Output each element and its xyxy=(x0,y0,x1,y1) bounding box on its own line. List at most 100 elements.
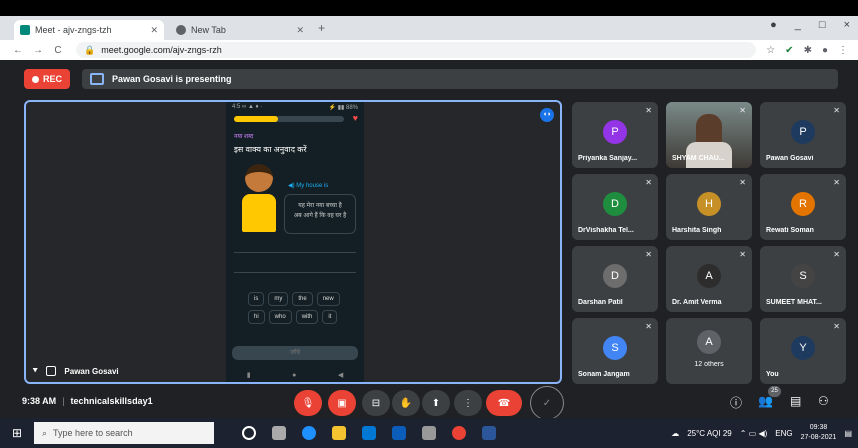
forward-icon[interactable]: → xyxy=(30,45,46,56)
participant-tile[interactable]: ✕ P Pawan Gosavi xyxy=(760,102,846,168)
weather-icon: ☁ xyxy=(671,428,680,438)
files-icon[interactable] xyxy=(332,426,346,440)
camera-toggle-button[interactable]: ▣ xyxy=(328,390,356,416)
clock[interactable]: 09:38 27-08-2021 xyxy=(801,423,837,443)
raise-hand-button[interactable]: ✋ xyxy=(392,390,420,416)
word-icon[interactable] xyxy=(482,426,496,440)
phone-status-left: 4:5 ∞ ▲ ♦ · xyxy=(232,104,263,110)
clock-date: 27-08-2021 xyxy=(800,434,837,441)
participant-tile[interactable]: ✕ D Darshan Patil xyxy=(572,246,658,312)
participant-name: SHYAM CHAU... xyxy=(672,155,725,162)
avatar: A xyxy=(697,264,721,288)
others-count: 12 others xyxy=(694,361,724,368)
extensions: ☆ ✔ ✱ ● ⋮ xyxy=(766,45,848,56)
edge-icon[interactable] xyxy=(302,426,316,440)
maximize-button[interactable]: □ xyxy=(819,19,826,31)
participant-name: Harshita Singh xyxy=(672,227,722,234)
participant-tile[interactable]: ✕ S Sonam Jangam xyxy=(572,318,658,384)
participant-tile[interactable]: ✕ R Rewati Soman xyxy=(760,174,846,240)
pin-icon[interactable]: ⯆ xyxy=(32,366,38,376)
word-chip[interactable]: my xyxy=(268,292,289,306)
newtab-favicon-icon xyxy=(176,25,186,35)
reload-icon[interactable]: C xyxy=(50,45,66,56)
activities-icon[interactable]: ⚇ xyxy=(818,394,829,408)
word-chip[interactable]: new xyxy=(316,292,340,306)
notifications-icon[interactable]: ▤ xyxy=(844,429,852,438)
mic-off-icon: ✕ xyxy=(833,250,840,259)
taskbar-search[interactable]: ⌕ Type here to search xyxy=(34,422,214,444)
tab-meet[interactable]: Meet - ajv-zngs-tzh ✕ xyxy=(14,20,164,40)
participant-tile[interactable]: ✕ S SUMEET MHAT... xyxy=(760,246,846,312)
self-tile[interactable]: ✕ Y You xyxy=(760,318,846,384)
participant-tile[interactable]: ✕ P Priyanka Sanjay... xyxy=(572,102,658,168)
check-icon: ✓ xyxy=(542,397,552,409)
avatar[interactable]: ● xyxy=(822,45,828,56)
others-tile[interactable]: A 12 others xyxy=(666,318,752,384)
search-icon: ⌕ xyxy=(42,427,48,438)
participant-name: Priyanka Sanjay... xyxy=(578,155,638,162)
meet-favicon-icon xyxy=(20,25,30,35)
presenter-name: Pawan Gosavi xyxy=(64,366,119,376)
check-button[interactable]: जाँचें xyxy=(232,346,358,360)
close-tab-icon[interactable]: ✕ xyxy=(150,25,158,36)
more-options-button[interactable]: ⋮ xyxy=(454,390,482,416)
menu-icon[interactable]: ⋮ xyxy=(838,45,848,56)
rec-badge[interactable]: REC xyxy=(24,69,71,89)
participant-name: SUMEET MHAT... xyxy=(766,299,822,306)
chrome-icon[interactable] xyxy=(452,426,466,440)
puzzle-icon[interactable]: ✱ xyxy=(804,45,812,56)
back-icon[interactable]: ← xyxy=(10,45,26,56)
tray-icons[interactable]: ⌃ ▭ ◀) xyxy=(740,429,768,438)
check-extension-icon[interactable]: ✔ xyxy=(785,45,793,56)
captions-button[interactable]: ⊟ xyxy=(362,390,390,416)
chrome-alt-icon[interactable] xyxy=(422,426,436,440)
mic-off-icon: ✕ xyxy=(739,250,746,259)
store-icon[interactable] xyxy=(362,426,376,440)
word-chip[interactable]: is xyxy=(248,292,265,306)
word-chip[interactable]: with xyxy=(295,310,319,324)
profile-icon[interactable]: ● xyxy=(770,19,777,31)
word-chip[interactable]: the xyxy=(292,292,313,306)
language-indicator[interactable]: ENG xyxy=(775,429,792,438)
word-chip[interactable]: it xyxy=(322,310,338,324)
leave-call-button[interactable]: ☎ xyxy=(486,390,522,416)
close-tab-icon[interactable]: ✕ xyxy=(296,25,304,36)
windows-start-icon[interactable]: ⊞ xyxy=(0,426,34,440)
presenting-text: Pawan Gosavi is presenting xyxy=(112,74,232,84)
mic-toggle-button[interactable]: 🎙 xyxy=(294,390,322,416)
word-chip[interactable]: who xyxy=(268,310,292,324)
windows-taskbar: ⊞ ⌕ Type here to search ☁ 25°C AQI 29 ⌃ … xyxy=(0,418,858,448)
tab-title: New Tab xyxy=(191,25,226,35)
task-view-icon[interactable] xyxy=(272,426,286,440)
clock-time: 09:38 xyxy=(809,424,828,431)
cortana-icon[interactable] xyxy=(242,426,256,440)
character-illustration xyxy=(242,164,276,234)
lock-icon: 🔒 xyxy=(84,44,96,55)
more-vert-icon: ⋮ xyxy=(463,397,473,409)
new-word-label: नया शब्द xyxy=(234,134,254,140)
present-screen-icon xyxy=(90,73,104,85)
close-window-button[interactable]: × xyxy=(844,19,850,31)
word-chip[interactable]: hi xyxy=(248,310,265,324)
star-icon[interactable]: ☆ xyxy=(766,45,775,56)
participant-tile[interactable]: ✕ H Harshita Singh xyxy=(666,174,752,240)
meeting-info-icon[interactable]: ⓘ xyxy=(730,394,742,411)
mic-off-icon: 🎙 xyxy=(301,397,315,409)
participant-name: Sonam Jangam xyxy=(578,371,630,378)
present-button[interactable]: ⬆ xyxy=(422,390,450,416)
tab-new[interactable]: New Tab ✕ xyxy=(170,20,310,40)
minimize-button[interactable]: _ xyxy=(795,19,801,31)
browser-chrome: Meet - ajv-zngs-tzh ✕ New Tab ✕ + ● _ □ … xyxy=(0,16,858,60)
new-tab-button[interactable]: + xyxy=(318,21,325,35)
address-bar[interactable]: 🔒 meet.google.com/ajv-zngs-rzh xyxy=(76,42,757,58)
present-icon: ⬆ xyxy=(431,397,441,409)
avatar: S xyxy=(603,336,627,360)
participant-tile[interactable]: ✕ SHYAM CHAU... xyxy=(666,102,752,168)
participant-tile[interactable]: ✕ A Dr. Amit Verma xyxy=(666,246,752,312)
participant-tile[interactable]: ✕ D DrVishakha Tel... xyxy=(572,174,658,240)
answer-line xyxy=(234,272,356,273)
chat-icon[interactable]: ▤ xyxy=(790,394,801,408)
question-text: इस वाक्य का अनुवाद करें xyxy=(234,145,307,154)
mail-icon[interactable] xyxy=(392,426,406,440)
extra-action-button[interactable]: ✓ xyxy=(530,386,564,420)
